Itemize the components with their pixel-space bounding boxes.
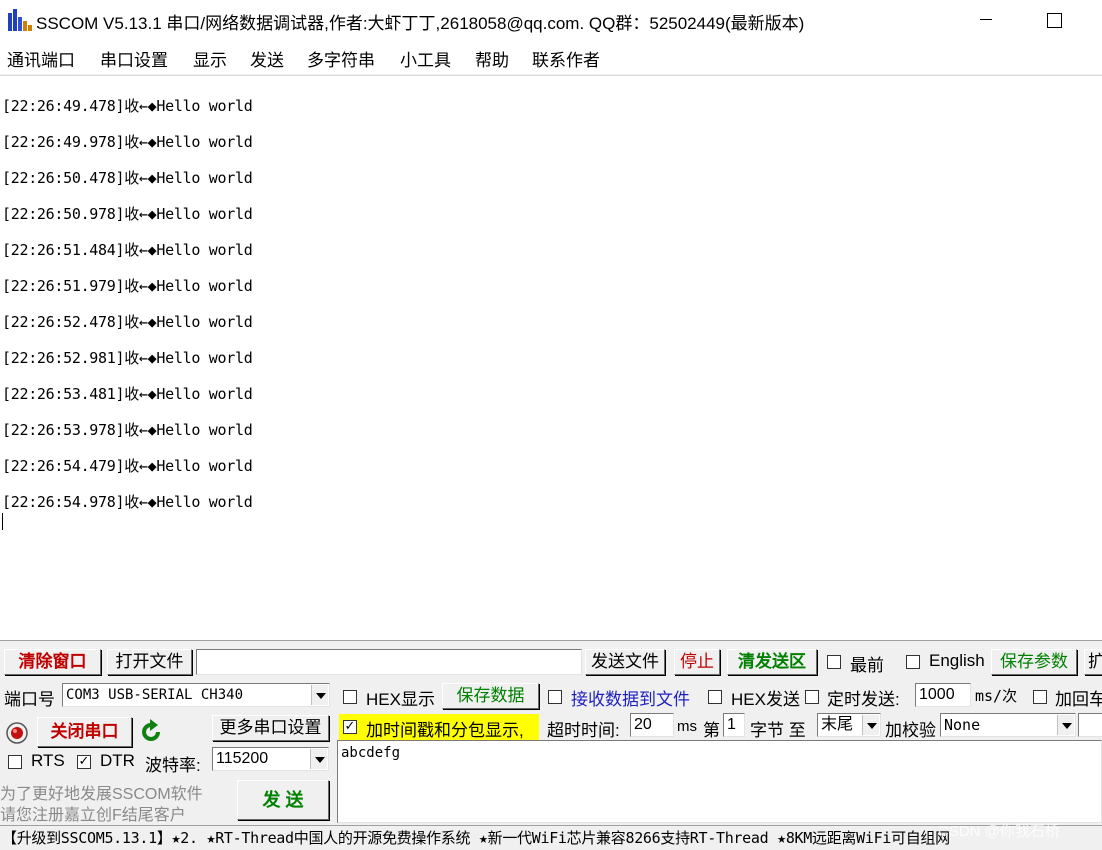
- timeout-input[interactable]: 20: [630, 713, 674, 737]
- close-port-button[interactable]: 关闭串口: [37, 717, 132, 747]
- interval-unit: ms/次: [975, 687, 1018, 705]
- watermark: CSDN @你我石桥: [938, 823, 1060, 840]
- timed-send-label: 定时发送:: [827, 690, 900, 709]
- dtr-label: DTR: [100, 751, 135, 770]
- stop-button[interactable]: 停止: [674, 649, 720, 675]
- topmost-checkbox[interactable]: [827, 655, 841, 669]
- menu-item-display[interactable]: 显示: [193, 46, 227, 71]
- receive-line: [22:26:52.478]收←◆Hello world: [2, 313, 253, 331]
- send-button[interactable]: 发 送: [237, 780, 329, 820]
- more-settings-button[interactable]: 更多串口设置: [212, 715, 329, 741]
- english-label: English: [929, 651, 985, 670]
- receive-line: [22:26:51.484]收←◆Hello world: [2, 241, 253, 259]
- baud-label: 波特率:: [145, 756, 201, 775]
- port-label: 端口号: [4, 690, 55, 709]
- end-select[interactable]: 末尾: [817, 713, 881, 737]
- text-caret: [2, 513, 3, 530]
- timestamp-checkbox[interactable]: ✓: [343, 720, 357, 734]
- baud-select-value: 115200: [216, 750, 269, 767]
- window-title: SSCOM V5.13.1 串口/网络数据调试器,作者:大虾丁丁,2618058…: [36, 14, 805, 33]
- clear-send-button[interactable]: 清发送区: [727, 649, 817, 675]
- open-file-button[interactable]: 打开文件: [107, 649, 192, 675]
- recv-to-file-label[interactable]: 接收数据到文件: [571, 685, 690, 710]
- port-select[interactable]: COM3 USB-SERIAL CH340: [62, 683, 330, 707]
- receive-line: [22:26:50.478]收←◆Hello world: [2, 169, 253, 187]
- menu-item-send[interactable]: 发送: [250, 46, 284, 71]
- rts-checkbox[interactable]: [8, 755, 22, 769]
- menu-bar: 通讯端口 串口设置 显示 发送 多字符串 小工具 帮助 联系作者: [0, 40, 1102, 74]
- title-bar: SSCOM V5.13.1 串口/网络数据调试器,作者:大虾丁丁,2618058…: [0, 0, 1102, 40]
- save-params-button[interactable]: 保存参数: [991, 649, 1077, 675]
- interval-input[interactable]: 1000: [915, 683, 971, 707]
- receive-line: [22:26:54.479]收←◆Hello world: [2, 457, 253, 475]
- menu-item-tools[interactable]: 小工具: [400, 46, 451, 71]
- topmost-label: 最前: [850, 656, 884, 675]
- save-data-button[interactable]: 保存数据: [442, 683, 539, 709]
- status-text: 【升级到SSCOM5.13.1】★2. ★RT-Thread中国人的开源免费操作…: [2, 829, 950, 847]
- add-crlf-checkbox[interactable]: [1033, 690, 1047, 704]
- send-file-button[interactable]: 发送文件: [585, 649, 665, 675]
- english-checkbox[interactable]: [906, 655, 920, 669]
- receive-line: [22:26:52.981]收←◆Hello world: [2, 349, 253, 367]
- end-select-value: 末尾: [821, 716, 854, 733]
- chevron-down-icon: [862, 715, 879, 735]
- menu-item-contact[interactable]: 联系作者: [532, 46, 600, 71]
- maximize-button[interactable]: [1030, 0, 1078, 40]
- nth-label: 第: [703, 721, 720, 740]
- receive-line: [22:26:50.978]收←◆Hello world: [2, 205, 253, 223]
- send-text-area[interactable]: abcdefg: [337, 740, 1102, 823]
- app-icon: [8, 9, 32, 31]
- hex-send-checkbox[interactable]: [708, 690, 722, 704]
- checksum-label: 加校验: [885, 721, 936, 740]
- receive-text-area[interactable]: [22:26:49.478]收←◆Hello world [22:26:49.9…: [0, 75, 1102, 641]
- checksum-select[interactable]: None: [940, 713, 1076, 737]
- nth-input[interactable]: 1: [723, 713, 745, 737]
- hex-display-checkbox[interactable]: [343, 690, 357, 704]
- receive-line: [22:26:53.978]收←◆Hello world: [2, 421, 253, 439]
- port-select-value: COM3 USB-SERIAL CH340: [66, 687, 244, 703]
- clear-window-button[interactable]: 清除窗口: [4, 649, 101, 675]
- menu-item-multi-string[interactable]: 多字符串: [307, 46, 375, 71]
- timeout-unit: ms: [677, 718, 697, 735]
- minimize-button[interactable]: [962, 0, 1010, 40]
- receive-line: [22:26:49.978]收←◆Hello world: [2, 133, 253, 151]
- receive-line: [22:26:53.481]收←◆Hello world: [2, 385, 253, 403]
- refresh-icon[interactable]: [138, 719, 164, 745]
- recv-to-file-checkbox[interactable]: [548, 690, 562, 704]
- hex-display-label: HEX显示: [366, 690, 435, 709]
- byte-label: 字节 至: [750, 721, 806, 740]
- file-path-input[interactable]: [196, 649, 582, 675]
- chevron-down-icon: [310, 749, 327, 769]
- checksum-select-value: None: [944, 716, 981, 734]
- menu-item-help[interactable]: 帮助: [475, 46, 509, 71]
- add-crlf-label: 加回车: [1055, 690, 1102, 709]
- receive-line: [22:26:54.978]收←◆Hello world: [2, 493, 253, 511]
- hex-send-label: HEX发送: [731, 690, 800, 709]
- dtr-checkbox[interactable]: ✓: [77, 755, 91, 769]
- timeout-label: 超时时间:: [547, 721, 620, 740]
- menu-item-port[interactable]: 通讯端口: [7, 46, 75, 71]
- menu-item-serial-settings[interactable]: 串口设置: [100, 46, 168, 71]
- chevron-down-icon: [311, 685, 328, 705]
- promo-line-2: 请您注册嘉立创F结尾客户: [0, 807, 186, 824]
- extra-input[interactable]: [1078, 713, 1102, 737]
- baud-select[interactable]: 115200: [212, 747, 329, 771]
- receive-line: [22:26:49.478]收←◆Hello world: [2, 97, 253, 115]
- status-bar: 【升级到SSCOM5.13.1】★2. ★RT-Thread中国人的开源免费操作…: [0, 825, 1102, 850]
- rts-label: RTS: [31, 751, 65, 770]
- timed-send-checkbox[interactable]: [805, 690, 819, 704]
- port-status-icon: [6, 722, 28, 744]
- timestamp-label: 加时间戳和分包显示,: [366, 721, 524, 740]
- chevron-down-icon: [1057, 715, 1074, 735]
- expand-button[interactable]: 扩: [1084, 649, 1102, 675]
- receive-line: [22:26:51.979]收←◆Hello world: [2, 277, 253, 295]
- send-text: abcdefg: [341, 745, 401, 761]
